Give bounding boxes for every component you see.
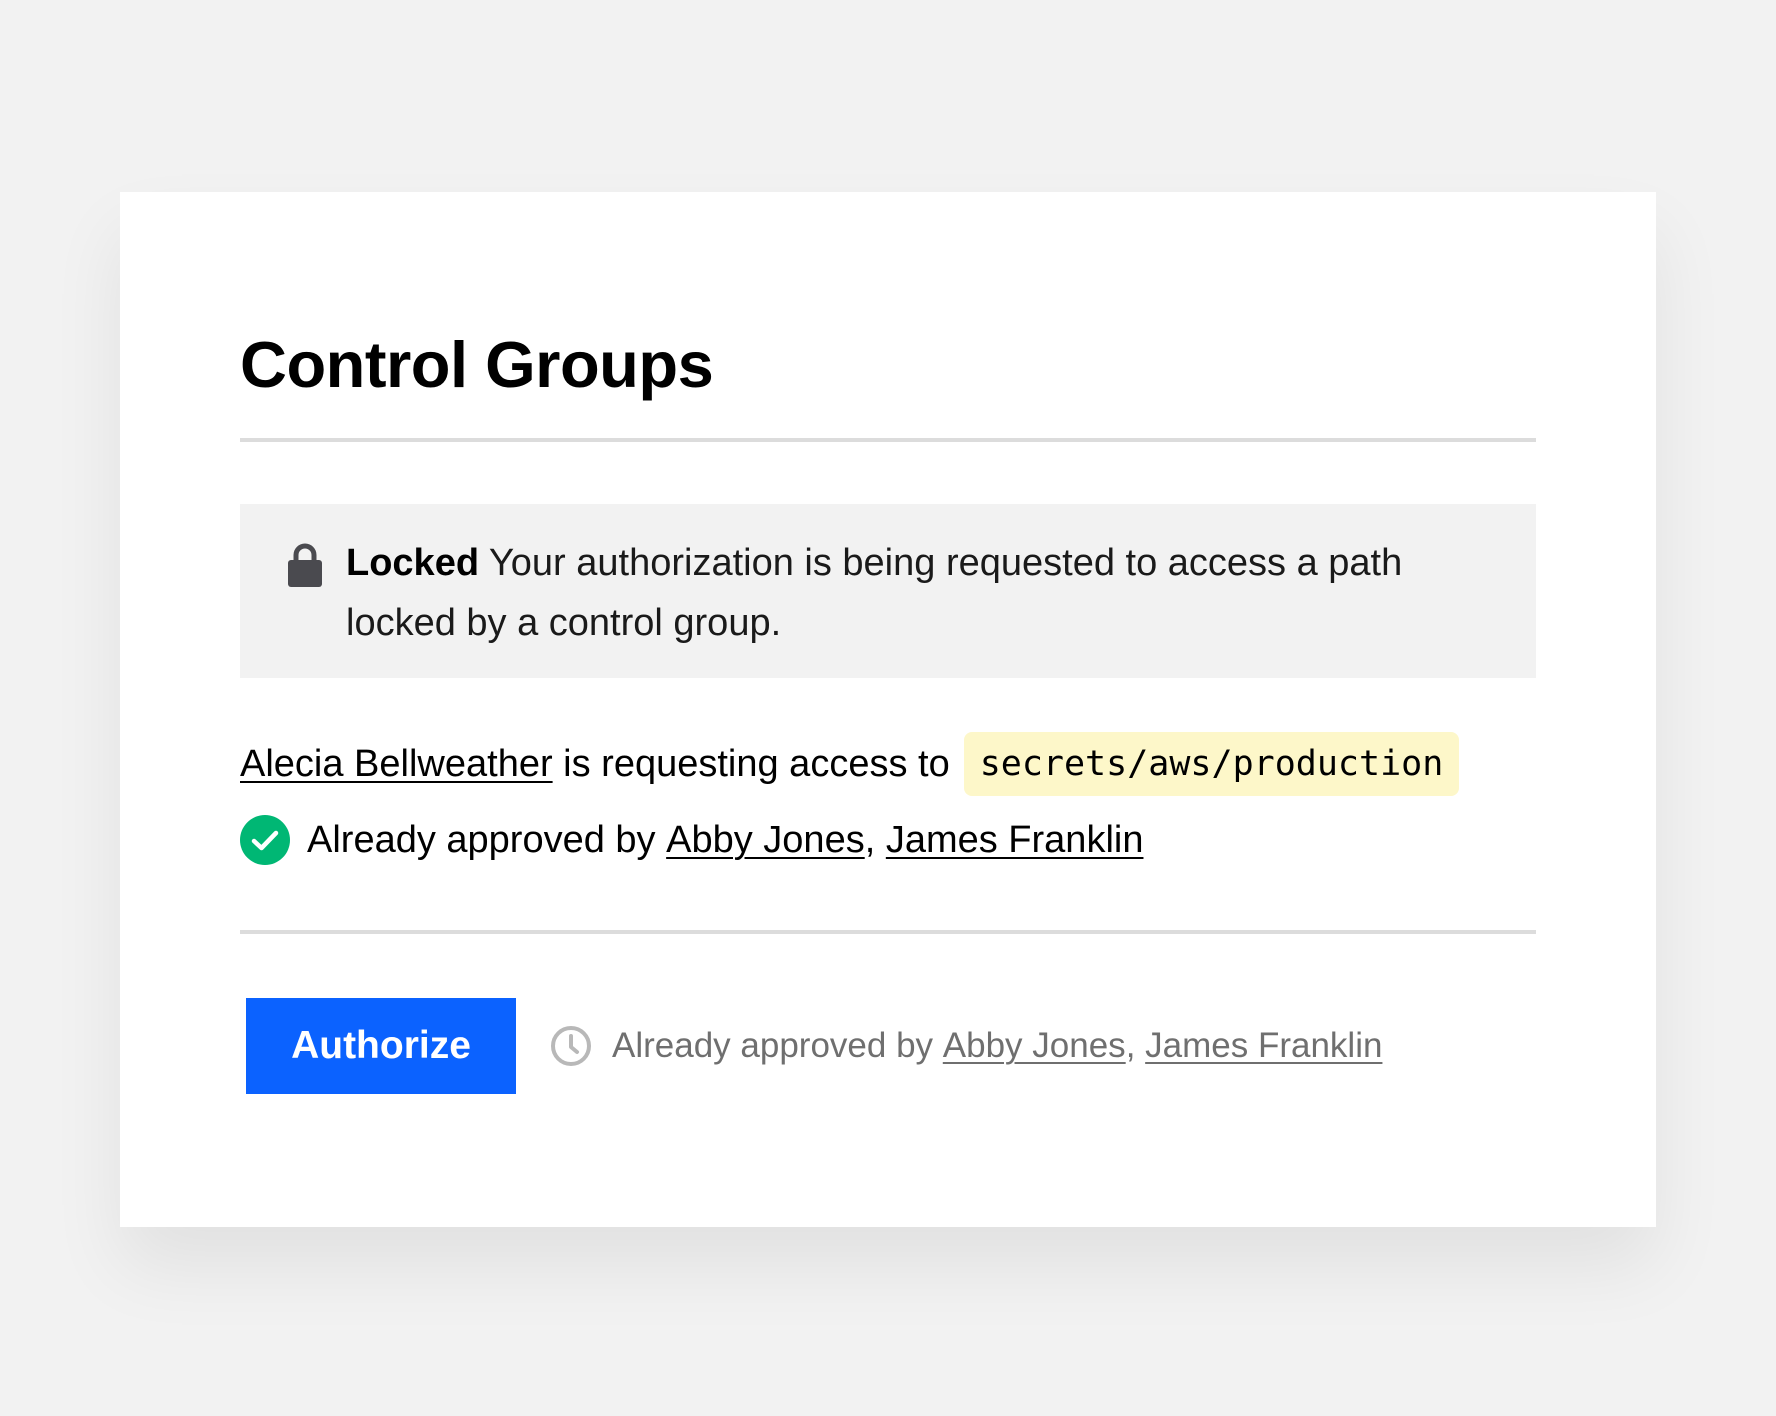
approver-link-james-franklin[interactable]: James Franklin — [886, 819, 1144, 862]
footer-approval-status: Already approved by Abby Jones , James F… — [550, 1019, 1382, 1073]
notice-message: Locked Your authorization is being reque… — [346, 533, 1506, 653]
footer-approver-link-james-franklin[interactable]: James Franklin — [1145, 1026, 1382, 1066]
requested-path: secrets/aws/production — [963, 732, 1460, 796]
approval-prefix: Already approved by — [307, 818, 656, 861]
notice-strong: Locked — [346, 542, 480, 584]
clock-icon — [551, 1026, 591, 1066]
actions-divider — [240, 930, 1536, 934]
notice-body: Your authorization is being requested to… — [346, 542, 1403, 644]
lock-icon — [288, 543, 322, 587]
locked-notice: Locked Your authorization is being reque… — [240, 504, 1536, 678]
footer-approver-link-abby-jones[interactable]: Abby Jones — [943, 1026, 1126, 1066]
approver-separator: , — [864, 818, 876, 861]
requester-link[interactable]: Alecia Bellweather — [240, 743, 553, 786]
access-request-line: Alecia Bellweather is requesting access … — [240, 732, 1460, 796]
control-groups-card: Control Groups Locked Your authorization… — [120, 192, 1656, 1227]
footer-approver-separator: , — [1125, 1026, 1136, 1065]
authorize-button[interactable]: Authorize — [246, 998, 516, 1094]
approval-status: Already approved by Abby Jones , James F… — [240, 810, 1143, 870]
check-circle-icon — [240, 815, 290, 865]
footer-approval-prefix: Already approved by — [612, 1026, 934, 1065]
request-text: is requesting access to — [563, 742, 950, 785]
title-divider — [240, 438, 1536, 442]
approver-link-abby-jones[interactable]: Abby Jones — [666, 819, 865, 862]
page-title: Control Groups — [240, 328, 714, 401]
